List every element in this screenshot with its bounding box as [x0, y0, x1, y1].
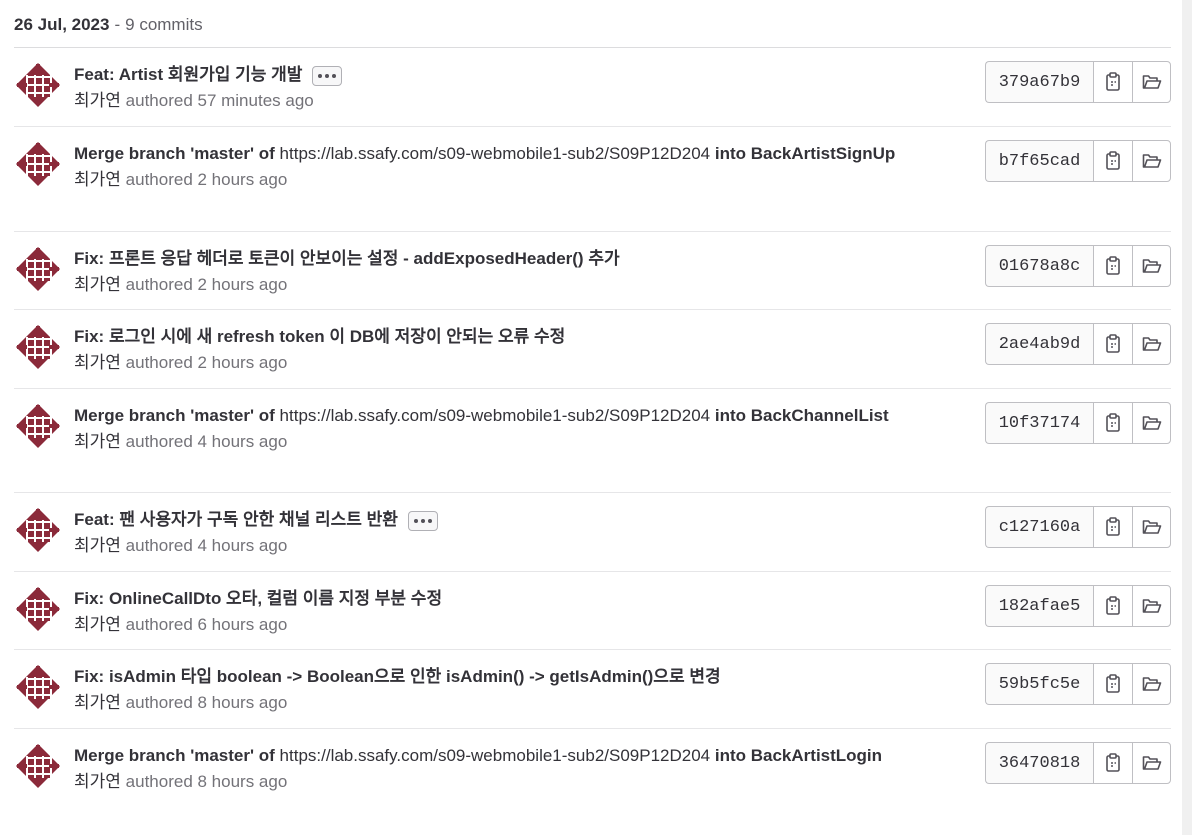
- ellipsis-icon[interactable]: [312, 65, 343, 86]
- commit-row: Fix: 로그인 시에 새 refresh token 이 DB에 저장이 안되…: [14, 310, 1171, 389]
- commit-time: authored 6 hours ago: [125, 615, 288, 634]
- commit-sha[interactable]: 36470818: [985, 742, 1093, 784]
- commit-row: Merge branch 'master' of https://lab.ssa…: [14, 729, 1171, 808]
- copy-to-clipboard-icon[interactable]: [1093, 140, 1132, 182]
- avatar-icon[interactable]: [14, 585, 62, 633]
- title-url: https://lab.ssafy.com/s09-webmobile1-sub…: [279, 406, 711, 425]
- commit-sha[interactable]: b7f65cad: [985, 140, 1093, 182]
- folder-open-icon[interactable]: [1132, 506, 1171, 548]
- commit-author-link[interactable]: 최가연: [74, 772, 121, 791]
- copy-to-clipboard-icon[interactable]: [1093, 323, 1132, 365]
- day-header: 26 Jul, 2023 - 9 commits: [14, 0, 1171, 48]
- folder-open-icon[interactable]: [1132, 323, 1171, 365]
- commit-actions: 36470818: [985, 742, 1171, 784]
- commit-actions: 10f37174: [985, 402, 1171, 444]
- avatar-icon[interactable]: [14, 506, 62, 554]
- commit-author-link[interactable]: 최가연: [74, 615, 121, 634]
- avatar-icon[interactable]: [14, 663, 62, 711]
- commit-time: authored 4 hours ago: [125, 536, 288, 555]
- commit-actions: 59b5fc5e: [985, 663, 1171, 705]
- commit-row: Merge branch 'master' of https://lab.ssa…: [14, 389, 1171, 493]
- folder-open-icon[interactable]: [1132, 742, 1171, 784]
- day-date: 26 Jul, 2023: [14, 14, 110, 34]
- commit-actions: b7f65cad: [985, 140, 1171, 182]
- commit-title-link[interactable]: Merge branch 'master' of https://lab.ssa…: [74, 144, 895, 163]
- commit-title-link[interactable]: Fix: OnlineCallDto 오타, 컬럼 이름 지정 부분 수정: [74, 589, 442, 608]
- folder-open-icon[interactable]: [1132, 245, 1171, 287]
- copy-to-clipboard-icon[interactable]: [1093, 663, 1132, 705]
- commit-sha[interactable]: 2ae4ab9d: [985, 323, 1093, 365]
- copy-to-clipboard-icon[interactable]: [1093, 506, 1132, 548]
- commit-title-link[interactable]: Feat: Artist 회원가입 기능 개발: [74, 65, 302, 84]
- commit-row: Feat: Artist 회원가입 기능 개발 최가연 authored 57 …: [14, 48, 1171, 127]
- commit-actions: 01678a8c: [985, 245, 1171, 287]
- commit-row: Fix: 프론트 응답 헤더로 토큰이 안보이는 설정 - addExposed…: [14, 232, 1171, 310]
- commit-author-link[interactable]: 최가연: [74, 432, 121, 451]
- scrollbar-track[interactable]: [1182, 0, 1192, 835]
- commit-author-link[interactable]: 최가연: [74, 536, 121, 555]
- commit-row: Fix: isAdmin 타입 boolean -> Boolean으로 인한 …: [14, 650, 1171, 729]
- commit-row: Merge branch 'master' of https://lab.ssa…: [14, 127, 1171, 232]
- title-prefix: Merge branch 'master' of: [74, 144, 275, 163]
- commit-time: authored 4 hours ago: [125, 432, 288, 451]
- commit-sha[interactable]: 379a67b9: [985, 61, 1093, 103]
- folder-open-icon[interactable]: [1132, 140, 1171, 182]
- commit-sha[interactable]: 182afae5: [985, 585, 1093, 627]
- commit-title-link[interactable]: Merge branch 'master' of https://lab.ssa…: [74, 746, 882, 765]
- commit-actions: 182afae5: [985, 585, 1171, 627]
- commit-actions: c127160a: [985, 506, 1171, 548]
- day-commit-count: 9 commits: [125, 14, 203, 34]
- avatar-icon[interactable]: [14, 245, 62, 293]
- commit-sha[interactable]: c127160a: [985, 506, 1093, 548]
- avatar-icon[interactable]: [14, 61, 62, 109]
- commit-title-link[interactable]: Merge branch 'master' of https://lab.ssa…: [74, 406, 889, 425]
- commit-actions: 379a67b9: [985, 61, 1171, 103]
- title-prefix: Merge branch 'master' of: [74, 406, 275, 425]
- commit-row: Feat: 팬 사용자가 구독 안한 채널 리스트 반환 최가연 authore…: [14, 493, 1171, 572]
- commit-time: authored 8 hours ago: [125, 693, 288, 712]
- commit-row: Fix: OnlineCallDto 오타, 컬럼 이름 지정 부분 수정 최가…: [14, 572, 1171, 650]
- commit-actions: 2ae4ab9d: [985, 323, 1171, 365]
- title-url: https://lab.ssafy.com/s09-webmobile1-sub…: [279, 144, 711, 163]
- title-suffix: into BackArtistLogin: [714, 746, 883, 765]
- folder-open-icon[interactable]: [1132, 61, 1171, 103]
- title-prefix: Merge branch 'master' of: [74, 746, 275, 765]
- copy-to-clipboard-icon[interactable]: [1093, 585, 1132, 627]
- avatar-icon[interactable]: [14, 140, 62, 188]
- commit-time: authored 2 hours ago: [125, 353, 288, 372]
- commit-time: authored 8 hours ago: [125, 772, 288, 791]
- commit-title-link[interactable]: Feat: 팬 사용자가 구독 안한 채널 리스트 반환: [74, 510, 398, 529]
- commit-time: authored 57 minutes ago: [125, 91, 314, 110]
- title-suffix: into BackArtistSignUp: [714, 144, 896, 163]
- commit-time: authored 2 hours ago: [125, 275, 288, 294]
- copy-to-clipboard-icon[interactable]: [1093, 742, 1132, 784]
- commit-sha[interactable]: 10f37174: [985, 402, 1093, 444]
- title-suffix: into BackChannelList: [714, 406, 889, 425]
- commit-author-link[interactable]: 최가연: [74, 91, 121, 110]
- commit-author-link[interactable]: 최가연: [74, 275, 121, 294]
- avatar-icon[interactable]: [14, 323, 62, 371]
- copy-to-clipboard-icon[interactable]: [1093, 245, 1132, 287]
- commit-list-container: 26 Jul, 2023 - 9 commits Feat: Artist 회원…: [14, 0, 1171, 808]
- commit-title-link[interactable]: Fix: isAdmin 타입 boolean -> Boolean으로 인한 …: [74, 667, 721, 686]
- folder-open-icon[interactable]: [1132, 585, 1171, 627]
- commit-sha[interactable]: 01678a8c: [985, 245, 1093, 287]
- commit-author-link[interactable]: 최가연: [74, 353, 121, 372]
- commit-title-link[interactable]: Fix: 로그인 시에 새 refresh token 이 DB에 저장이 안되…: [74, 327, 565, 346]
- ellipsis-icon[interactable]: [407, 510, 438, 531]
- folder-open-icon[interactable]: [1132, 663, 1171, 705]
- avatar-icon[interactable]: [14, 742, 62, 790]
- day-separator: -: [114, 14, 121, 34]
- folder-open-icon[interactable]: [1132, 402, 1171, 444]
- commit-time: authored 2 hours ago: [125, 170, 288, 189]
- avatar-icon[interactable]: [14, 402, 62, 450]
- commit-title-link[interactable]: Fix: 프론트 응답 헤더로 토큰이 안보이는 설정 - addExposed…: [74, 249, 620, 268]
- commit-author-link[interactable]: 최가연: [74, 693, 121, 712]
- commit-author-link[interactable]: 최가연: [74, 170, 121, 189]
- copy-to-clipboard-icon[interactable]: [1093, 402, 1132, 444]
- commit-sha[interactable]: 59b5fc5e: [985, 663, 1093, 705]
- copy-to-clipboard-icon[interactable]: [1093, 61, 1132, 103]
- title-url: https://lab.ssafy.com/s09-webmobile1-sub…: [279, 746, 711, 765]
